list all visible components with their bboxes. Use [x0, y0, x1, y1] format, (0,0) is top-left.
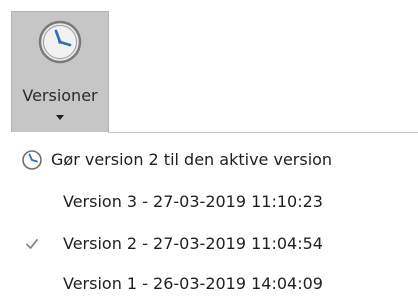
versions-dropdown-menu: Gør version 2 til den aktive version Ver…	[0, 132, 418, 298]
versions-panel: Versioner Gør version 2 til den aktive v…	[0, 0, 418, 298]
clock-icon	[38, 20, 82, 64]
clock-icon	[22, 150, 42, 170]
menu-item-label: Version 2 - 27-03-2019 11:04:54	[63, 234, 323, 253]
menu-item-label: Version 1 - 26-03-2019 14:04:09	[63, 274, 323, 293]
menu-item-label: Version 3 - 27-03-2019 11:10:23	[63, 192, 323, 211]
menu-item-version-1[interactable]: Version 1 - 26-03-2019 14:04:09	[0, 266, 418, 298]
menu-border	[108, 132, 418, 133]
versions-button[interactable]: Versioner	[11, 11, 109, 132]
checkmark-icon	[26, 239, 38, 249]
menu-item-version-3[interactable]: Version 3 - 27-03-2019 11:10:23	[0, 184, 418, 220]
menu-item-make-active-version[interactable]: Gør version 2 til den aktive version	[0, 142, 418, 178]
menu-item-label: Gør version 2 til den aktive version	[51, 150, 333, 169]
versions-button-label: Versioner	[22, 86, 98, 105]
dropdown-arrow-icon	[56, 115, 64, 120]
menu-item-version-2[interactable]: Version 2 - 27-03-2019 11:04:54	[0, 226, 418, 262]
